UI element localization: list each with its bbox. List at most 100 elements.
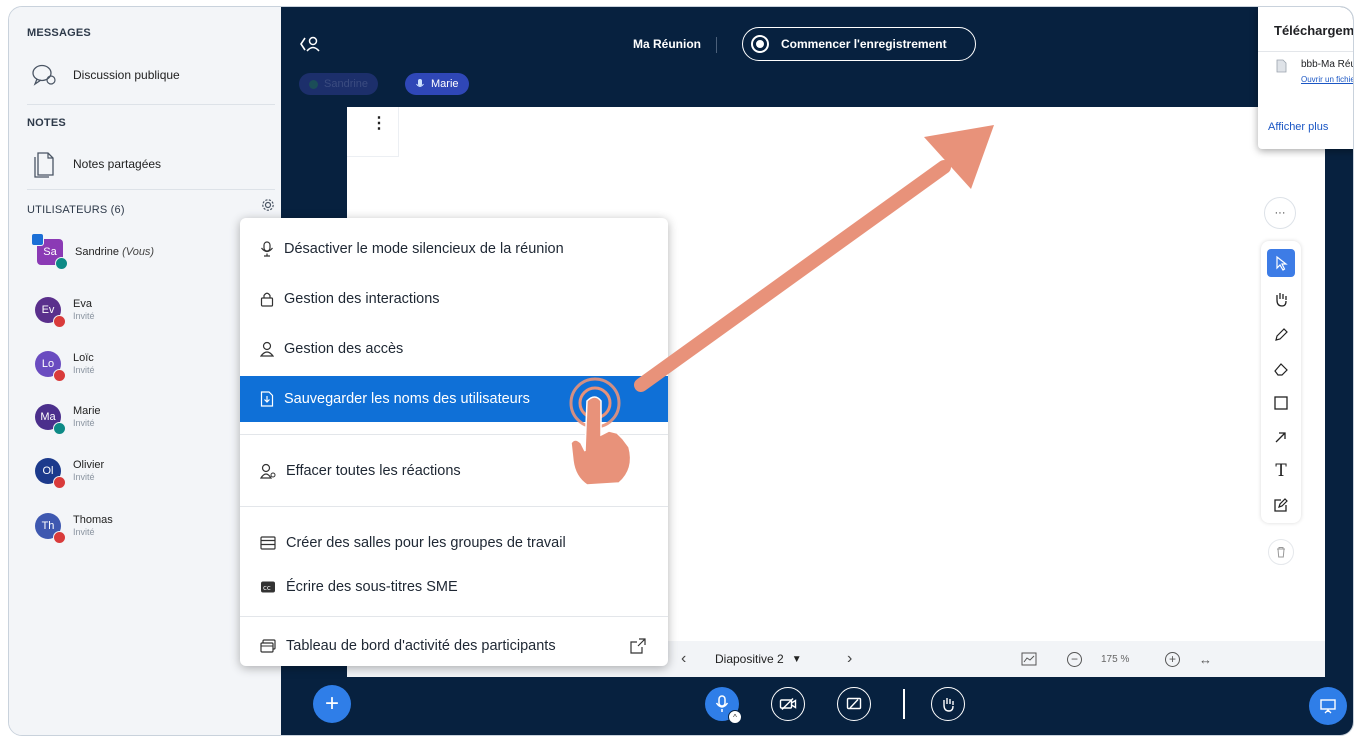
hand-icon [943,698,954,712]
arrow-icon [1275,432,1286,443]
avatar-initials: Ma [40,411,56,423]
hand-tool[interactable] [1267,285,1295,313]
zoom-level: 175 % [1101,653,1130,665]
delete-button[interactable] [1268,539,1294,565]
menu-item-captions[interactable]: cc Écrire des sous-titres SME [240,564,668,610]
menu-item-interactions[interactable]: Gestion des interactions [240,276,668,322]
user-item-sandrine[interactable]: Sa Sandrine (Vous) [31,233,155,270]
arrow-tool[interactable] [1267,423,1295,451]
divider [240,434,668,435]
user-name: Thomas [73,514,113,526]
avatar: Ol [35,458,66,489]
download-file-name: bbb-Ma Réunion[users-list]_2025-03-05_17… [1301,59,1353,70]
menu-item-activity-dashboard[interactable]: Tableau de bord d'activité des participa… [240,623,668,669]
select-tool[interactable] [1267,249,1295,277]
user-name: Loïc [73,352,94,364]
avatar: Ma [35,404,66,435]
note-tool[interactable] [1267,491,1295,519]
previous-slide-icon[interactable]: ‹ [681,650,686,668]
more-options-button[interactable]: ··· [1264,197,1296,229]
start-recording-button[interactable]: Commencer l'enregistrement [742,27,976,61]
public-chat-item[interactable]: Discussion publique [31,63,180,87]
text-tool[interactable]: T [1267,457,1295,485]
user-item-marie[interactable]: Ma Marie Invité [35,404,101,435]
menu-item-label: Écrire des sous-titres SME [286,579,458,595]
mic-badge-icon [53,422,66,435]
mic-options-chevron-icon[interactable]: ^ [728,710,742,724]
user-list-toggle-icon[interactable] [299,35,321,53]
chart-icon[interactable] [1021,652,1037,666]
presentation-toggle-button[interactable] [1309,687,1347,725]
zoom-in-icon[interactable]: + [1165,651,1180,667]
presentation-icon [1320,699,1336,714]
avatar-initials: Ol [42,465,54,477]
slide-options[interactable]: ⋮ [347,107,399,157]
user-icon [260,341,274,357]
mic-muted-badge-icon [53,531,66,544]
edit-note-icon [1274,498,1288,512]
user-role: Invité [73,365,95,375]
avatar: Lo [35,351,66,382]
user-role: Invité [73,527,95,537]
divider [1258,51,1353,52]
user-name: Sandrine (Vous) [75,245,155,258]
user-name: Marie [73,405,101,417]
menu-item-access[interactable]: Gestion des accès [240,326,668,372]
avatar: Th [35,513,66,544]
rectangle-icon [1274,396,1288,410]
camera-button[interactable] [771,687,805,721]
text-icon: T [1275,461,1287,481]
external-link-icon [630,638,646,654]
users-options-menu: Désactiver le mode silencieux de la réun… [240,218,668,666]
pencil-tool[interactable] [1267,321,1295,349]
user-item-eva[interactable]: Ev Eva Invité [35,297,95,328]
kebab-menu-icon[interactable]: ⋮ [371,116,387,132]
mic-button[interactable]: ^ [705,687,742,724]
avatar: Sa [31,233,68,270]
meeting-title: Ma Réunion [633,37,701,51]
record-icon [751,35,769,53]
lock-icon [260,292,274,307]
user-item-thomas[interactable]: Th Thomas Invité [35,513,113,544]
raise-hand-button[interactable] [931,687,965,721]
menu-item-save-user-names[interactable]: Sauvegarder les noms des utilisateurs [240,376,668,422]
talker-dot-icon [309,79,318,89]
next-slide-icon[interactable]: › [847,650,852,668]
actions-plus-button[interactable]: + [313,685,351,723]
eraser-icon [1274,363,1288,376]
app-window: MESSAGES Discussion publique NOTES Notes… [8,6,1354,736]
pencil-icon [1275,328,1288,341]
user-item-loic[interactable]: Lo Loïc Invité [35,351,95,382]
zoom-out-icon[interactable]: − [1067,651,1082,667]
shared-notes-item[interactable]: Notes partagées [31,150,161,178]
eraser-tool[interactable] [1267,355,1295,383]
show-more-link[interactable]: Afficher plus [1268,121,1328,133]
slide-selector[interactable]: Diapositive 2 ▼ [715,652,802,666]
gear-icon[interactable] [261,198,275,212]
ellipsis-icon: ··· [1274,207,1286,219]
mic-muted-badge-icon [53,369,66,382]
user-item-olivier[interactable]: Ol Olivier Invité [35,458,104,489]
talker-pill-sandrine: Sandrine [299,73,379,95]
trash-icon [1277,547,1285,558]
menu-item-label: Sauvegarder les noms des utilisateurs [284,391,530,407]
pointer-icon [1276,255,1288,271]
menu-item-unmute-all[interactable]: Désactiver le mode silencieux de la réun… [240,226,668,272]
users-header: UTILISATEURS (6) [27,204,125,216]
divider [240,616,668,617]
svg-text:cc: cc [263,584,271,592]
menu-item-label: Effacer toutes les réactions [286,463,461,479]
file-icon [1276,59,1287,73]
rectangle-tool[interactable] [1267,389,1295,417]
menu-item-clear-reactions[interactable]: Effacer toutes les réactions [240,448,668,494]
plus-icon: + [324,690,339,717]
talker-name: Sandrine [324,78,369,90]
slide-label: Diapositive 2 [715,652,784,666]
mic-badge-icon [55,257,68,270]
screenshare-button[interactable] [837,687,871,721]
open-file-link[interactable]: Ouvrir un fichier [1301,75,1353,84]
screenshare-off-icon [846,697,862,710]
menu-item-breakout-rooms[interactable]: Créer des salles pour les groupes de tra… [240,520,668,566]
hand-icon [1276,293,1287,307]
fit-width-icon[interactable]: ↔ [1199,652,1212,667]
